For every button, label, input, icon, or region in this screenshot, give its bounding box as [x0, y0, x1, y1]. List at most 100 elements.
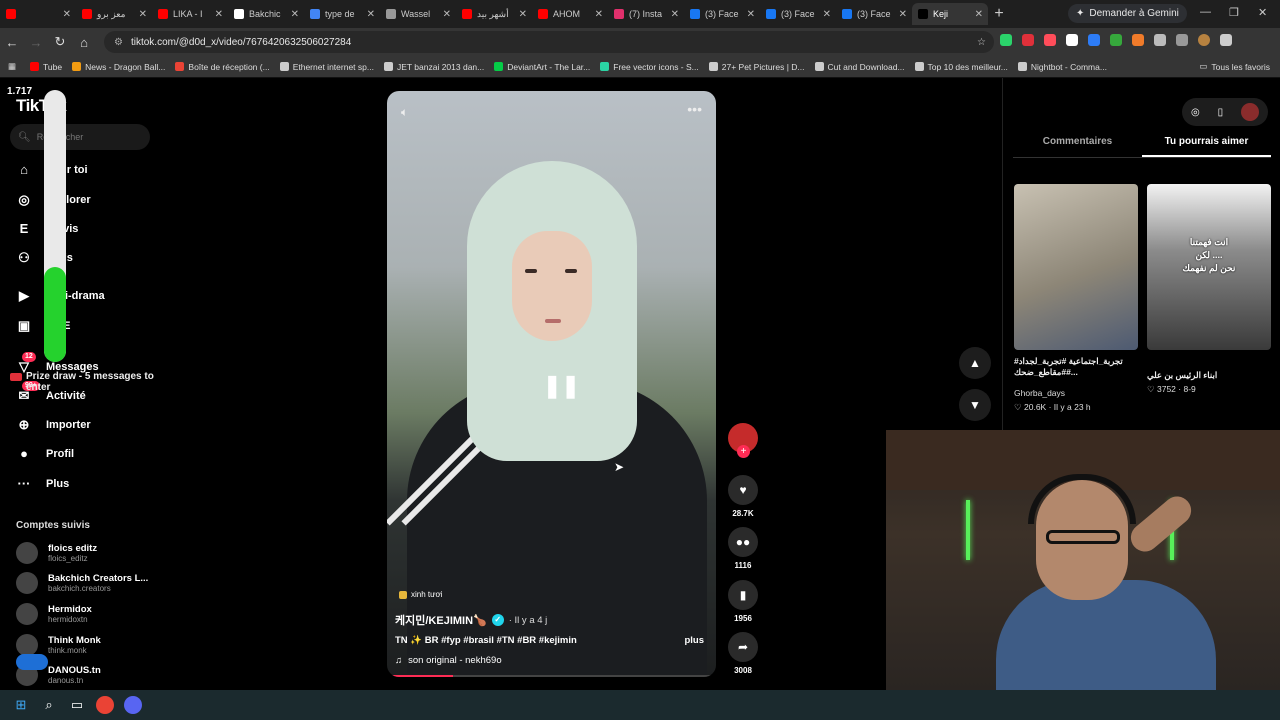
bookmark-item[interactable]: Nightbot - Comma... [1017, 62, 1107, 72]
tab-comments[interactable]: Commentaires [1013, 136, 1142, 157]
suggested-video-thumbnail[interactable]: انت فهمتنا لكن .... نحن لم نفهمك [1147, 184, 1271, 350]
tab-you-may-like[interactable]: Tu pourrais aimer [1142, 136, 1271, 157]
bookmark-item[interactable]: Boîte de réception (... [175, 62, 270, 72]
bookmark-item[interactable]: 27+ Pet Pictures | D... [708, 62, 805, 72]
browser-tab[interactable]: معز برو ✕ [76, 3, 152, 25]
bookmark-item[interactable]: Free vector icons - S... [600, 62, 699, 72]
extension-icon[interactable] [1000, 34, 1012, 46]
followed-account[interactable]: Bakchich Creators L... bakchich.creators [16, 572, 148, 594]
browser-tab[interactable]: Keji ✕ [912, 3, 988, 25]
video-sound[interactable]: ♫ son original - nekh69o [395, 655, 502, 666]
bookmark-item[interactable]: JET banzai 2013 dan... [383, 62, 484, 72]
extension-icon[interactable] [1022, 34, 1034, 46]
coins-icon[interactable]: ◎ [1191, 107, 1200, 118]
suggested-video-caption[interactable]: ابناء الرئيس بن علي [1147, 370, 1265, 381]
restore-icon[interactable]: ❐ [1229, 6, 1239, 19]
bookmark-item[interactable]: DeviantArt - The Lar... [494, 62, 590, 72]
bookmark-item[interactable]: Cut and Download... [814, 62, 905, 72]
suggested-video-author[interactable]: Ghorba_days [1014, 388, 1065, 398]
browser-tab[interactable]: (3) Face ✕ [684, 3, 760, 25]
close-tab-icon[interactable]: ✕ [63, 9, 71, 20]
taskbar-search-icon[interactable]: ⌕ [40, 696, 58, 714]
reading-list-icon[interactable] [1176, 34, 1188, 46]
save-button[interactable]: ▮ 1956 [726, 580, 760, 623]
video-progress-track[interactable] [387, 675, 716, 677]
browser-tab[interactable]: Bakchic ✕ [228, 3, 304, 25]
url-bar[interactable]: ⚙ tiktok.com/@d0d_x/video/76764206325060… [104, 31, 994, 53]
like-button[interactable]: ♥ 28.7K [726, 475, 760, 518]
user-avatar[interactable] [1241, 103, 1260, 121]
discord-icon[interactable] [124, 696, 142, 714]
bookmark-item[interactable]: Top 10 des meilleur... [914, 62, 1008, 72]
windows-start-icon[interactable]: ⊞ [12, 696, 30, 714]
browser-tab[interactable]: (3) Face ✕ [760, 3, 836, 25]
volume-muted-icon[interactable]: 🔈︎ [401, 105, 408, 120]
share-button[interactable]: ➦ 3008 [726, 632, 760, 675]
video-player[interactable]: 🔈︎ ••• ❚❚ xinh tươi 케지민/KEJIMIN🍗 ✓ · Il … [387, 91, 716, 677]
extension-icon[interactable] [1066, 34, 1078, 46]
bookmark-item[interactable]: Ethernet internet sp... [279, 62, 374, 72]
pause-icon[interactable]: ❚❚ [543, 373, 580, 399]
all-bookmarks-folder[interactable]: ▭ Tous les favoris [1199, 61, 1270, 72]
sidebar-item-profile[interactable]: ● Profil [16, 446, 74, 462]
site-info-icon[interactable]: ⚙ [114, 37, 123, 48]
comment-button[interactable]: ●● 1116 [726, 527, 760, 570]
close-tab-icon[interactable]: ✕ [291, 9, 299, 20]
extension-icon[interactable] [1110, 34, 1122, 46]
follow-plus-icon[interactable]: + [737, 445, 750, 458]
followed-account[interactable]: floics editz floics_editz [16, 542, 97, 564]
followed-account[interactable]: Think Monk think.monk [16, 634, 101, 656]
extension-icon[interactable] [1044, 34, 1056, 46]
browser-tab[interactable]: أشهر بيد ✕ [456, 3, 532, 25]
close-tab-icon[interactable]: ✕ [139, 9, 147, 20]
forward-icon[interactable]: → [24, 35, 48, 50]
close-tab-icon[interactable]: ✕ [519, 9, 527, 20]
video-hashtags[interactable]: TN ✨ BR #fyp #brasil #TN #BR #kejimin [395, 635, 577, 646]
reload-icon[interactable]: ↻ [48, 34, 72, 50]
profile-avatar-icon[interactable] [1198, 34, 1210, 46]
suggested-video-thumbnail[interactable] [1014, 184, 1138, 350]
browser-tab[interactable]: ✕ [0, 3, 76, 25]
sidebar-item-more[interactable]: ··· Plus [16, 476, 70, 492]
new-tab-icon[interactable]: + [988, 5, 1010, 23]
video-tag[interactable]: xinh tươi [399, 590, 443, 599]
previous-video-button[interactable]: ▲ [959, 347, 991, 379]
close-tab-icon[interactable]: ✕ [899, 9, 907, 20]
followed-account[interactable]: Hermidox hermidoxtn [16, 603, 92, 625]
home-button-icon[interactable]: ⌂ [72, 35, 96, 50]
extension-icon[interactable] [1088, 34, 1100, 46]
extension-icon[interactable] [1132, 34, 1144, 46]
next-video-button[interactable]: ▼ [959, 389, 991, 421]
menu-dots-icon[interactable] [1220, 34, 1232, 46]
browser-tab[interactable]: Wassel ✕ [380, 3, 456, 25]
back-icon[interactable]: ← [0, 35, 24, 50]
device-icon[interactable]: ▯ [1218, 107, 1224, 118]
more-description-button[interactable]: plus [684, 635, 704, 646]
more-options-icon[interactable]: ••• [687, 101, 702, 117]
video-author[interactable]: 케지민/KEJIMIN🍗 ✓ · Il y a 4 j [395, 612, 547, 628]
apps-grid-icon[interactable]: ▦ [8, 61, 16, 72]
close-tab-icon[interactable]: ✕ [367, 9, 375, 20]
chrome-icon[interactable] [96, 696, 114, 714]
close-tab-icon[interactable]: ✕ [671, 9, 679, 20]
browser-tab[interactable]: (7) Insta ✕ [608, 3, 684, 25]
close-tab-icon[interactable]: ✕ [747, 9, 755, 20]
minimize-icon[interactable]: — [1200, 6, 1211, 18]
bookmark-item[interactable]: Tube [30, 62, 62, 72]
close-window-icon[interactable]: ✕ [1258, 6, 1267, 19]
close-tab-icon[interactable]: ✕ [823, 9, 831, 20]
author-avatar-button[interactable]: + [726, 423, 760, 458]
browser-tab[interactable]: LIKA - I ✕ [152, 3, 228, 25]
browser-tab[interactable]: (3) Face ✕ [836, 3, 912, 25]
search-input[interactable]: 🔍︎ Rechercher [10, 124, 150, 150]
bookmark-item[interactable]: News - Dragon Ball... [72, 62, 165, 72]
task-view-icon[interactable]: ▭ [68, 696, 86, 714]
close-tab-icon[interactable]: ✕ [975, 9, 983, 20]
close-tab-icon[interactable]: ✕ [443, 9, 451, 20]
suggested-video-caption[interactable]: #تجربة_اجتماعية #تجربة_لجداد #مقاطع_ضحك#… [1014, 356, 1132, 378]
gemini-button[interactable]: ✦ Demander à Gemini [1068, 4, 1187, 23]
sidebar-item-upload[interactable]: ⊕ Importer [16, 417, 91, 433]
close-tab-icon[interactable]: ✕ [595, 9, 603, 20]
extensions-puzzle-icon[interactable] [1154, 34, 1166, 46]
browser-tab[interactable]: AHOM ✕ [532, 3, 608, 25]
